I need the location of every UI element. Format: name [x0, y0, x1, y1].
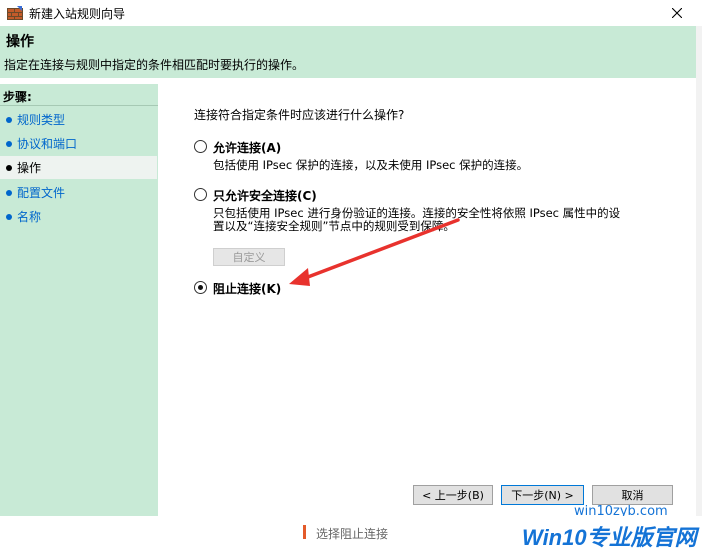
close-icon: [672, 8, 682, 18]
bullet-icon: [6, 116, 12, 123]
step-label: 操作: [17, 161, 42, 175]
steps-divider: [0, 105, 158, 106]
back-button[interactable]: < 上一步(B): [413, 485, 493, 505]
steps-panel: 步骤: 规则类型 协议和端口 操作 配置文件 名称: [0, 84, 158, 516]
step-label: 名称: [17, 210, 42, 224]
window-title: 新建入站规则向导: [29, 6, 126, 21]
image-caption: 选择阻止连接: [316, 527, 389, 541]
allow-connection-description: 包括使用 IPsec 保护的连接，以及未使用 IPsec 保护的连接。: [213, 158, 529, 172]
block-connection-label[interactable]: 阻止连接(K): [213, 280, 281, 297]
bullet-icon: [6, 189, 12, 196]
page-title: 操作: [6, 34, 34, 50]
watermark-logo: Win10专业版官网: [522, 525, 697, 550]
caption-marker: [303, 525, 306, 539]
step-label: 配置文件: [17, 186, 66, 200]
page-header: 操作 指定在连接与规则中指定的条件相匹配时要执行的操作。: [0, 26, 696, 78]
main-content: 连接符合指定条件时应该进行什么操作? 允许连接(A) 包括使用 IPsec 保护…: [158, 84, 690, 516]
allow-secure-connection-radio[interactable]: [194, 188, 207, 201]
step-protocol-ports[interactable]: 协议和端口: [0, 132, 157, 155]
step-name[interactable]: 名称: [0, 205, 157, 228]
allow-connection-radio[interactable]: [194, 140, 207, 153]
action-question: 连接符合指定条件时应该进行什么操作?: [194, 108, 405, 122]
step-profile[interactable]: 配置文件: [0, 181, 157, 204]
bullet-icon: [6, 213, 12, 220]
title-bar: 新建入站规则向导: [0, 0, 692, 26]
next-button[interactable]: 下一步(N) >: [501, 485, 584, 505]
close-button[interactable]: [662, 0, 692, 26]
step-action[interactable]: 操作: [0, 156, 157, 179]
firewall-wall-icon: [7, 6, 23, 20]
caption-strip: 选择阻止连接 Win10专业版官网: [0, 516, 702, 552]
allow-connection-label[interactable]: 允许连接(A): [213, 139, 281, 156]
bullet-icon: [6, 164, 12, 171]
bullet-icon: [6, 140, 12, 147]
steps-heading: 步骤:: [3, 90, 32, 104]
cancel-button[interactable]: 取消: [592, 485, 673, 505]
page-description: 指定在连接与规则中指定的条件相匹配时要执行的操作。: [4, 58, 305, 72]
step-label: 规则类型: [17, 113, 66, 127]
allow-secure-description-line2: 置以及“连接安全规则”节点中的规则受到保障。: [213, 219, 455, 233]
step-rule-type[interactable]: 规则类型: [0, 108, 157, 131]
block-connection-radio[interactable]: [194, 281, 207, 294]
window-edge: [696, 26, 702, 516]
wizard-screenshot: 新建入站规则向导 操作 指定在连接与规则中指定的条件相匹配时要执行的操作。 步骤…: [0, 0, 702, 552]
step-label: 协议和端口: [17, 137, 78, 151]
allow-secure-connection-label[interactable]: 只允许安全连接(C): [213, 187, 317, 204]
customize-button[interactable]: 自定义: [213, 248, 285, 266]
